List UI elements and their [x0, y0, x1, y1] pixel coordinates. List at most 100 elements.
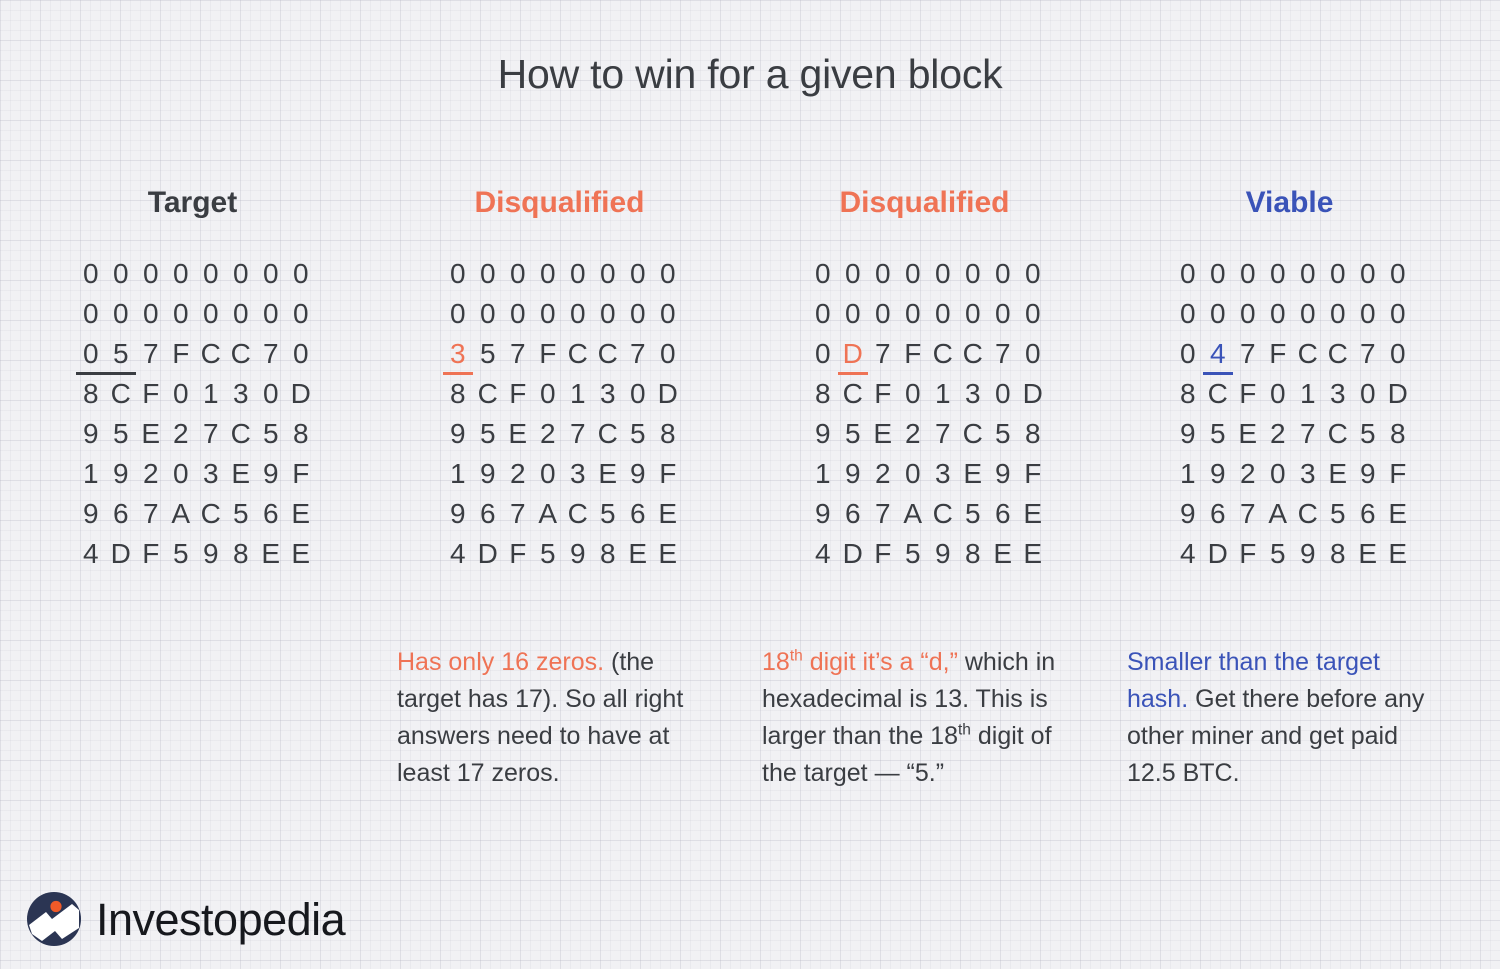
- caption-lead-disqualified-1: Has only 16 zeros.: [397, 648, 605, 676]
- hash-char: 0: [659, 298, 677, 329]
- caption-disqualified-2: 18th digit it’s a “d,” which in hexadeci…: [742, 644, 1062, 792]
- hash-block-viable: 0000000000000000047FCC708CF0130D95E27C58…: [1107, 254, 1472, 574]
- column-disqualified-digit: Disqualified 00000000000000000D7FCC708CF…: [742, 186, 1107, 787]
- hash-char: A: [1268, 498, 1288, 529]
- hash-char: 9: [844, 458, 862, 489]
- hash-char: 0: [904, 258, 922, 289]
- hash-char: 7: [509, 338, 527, 369]
- hash-char: F: [874, 378, 892, 409]
- hash-char: 8: [1329, 538, 1347, 569]
- hash-char: D: [1387, 378, 1409, 409]
- hash-char: D: [842, 538, 864, 569]
- hash-char: F: [509, 378, 527, 409]
- hash-char: A: [903, 498, 923, 529]
- hash-char: 0: [964, 298, 982, 329]
- hash-row: 4DF598EE: [443, 534, 742, 574]
- hash-char: 8: [599, 538, 617, 569]
- hash-char: 0: [172, 378, 190, 409]
- hash-char: 5: [964, 498, 982, 529]
- hash-char: 0: [539, 298, 557, 329]
- hash-char: E: [261, 538, 281, 569]
- hash-char: A: [171, 498, 191, 529]
- hash-char: 3: [202, 458, 220, 489]
- hash-char: 7: [629, 338, 647, 369]
- hash-char: E: [993, 538, 1013, 569]
- hash-char: 5: [112, 418, 130, 449]
- hash-char: F: [172, 338, 190, 369]
- hash-char: E: [1238, 418, 1258, 449]
- column-target: Target 0000000000000000057FCC708CF0130D9…: [10, 186, 375, 574]
- hash-char: 7: [262, 338, 280, 369]
- hash-char: 7: [994, 338, 1012, 369]
- hash-char: 7: [874, 338, 892, 369]
- hash-char: F: [1269, 338, 1287, 369]
- hash-char: E: [1023, 538, 1043, 569]
- hash-block-target: 0000000000000000057FCC708CF0130D95E27C58…: [10, 254, 375, 574]
- hash-char: E: [231, 458, 251, 489]
- ordinal-suffix-icon: th: [789, 647, 803, 665]
- hash-row: 00000000: [76, 294, 375, 334]
- hash-char: 0: [964, 258, 982, 289]
- hash-char: 6: [629, 498, 647, 529]
- hash-char: 5: [599, 498, 617, 529]
- hash-char: 5: [262, 418, 280, 449]
- hash-char: 2: [509, 458, 527, 489]
- hash-char: 8: [292, 418, 310, 449]
- hash-char: 3: [569, 458, 587, 489]
- hash-char: E: [658, 498, 678, 529]
- hash-char: F: [142, 378, 160, 409]
- hash-char: 8: [449, 378, 467, 409]
- hash-char: 0: [1299, 298, 1317, 329]
- hash-row: 967AC56E: [808, 494, 1107, 534]
- hash-char: 0: [1179, 258, 1197, 289]
- hash-char: 0: [1239, 258, 1257, 289]
- hash-char: E: [1388, 498, 1408, 529]
- hash-row: 8CF0130D: [443, 374, 742, 414]
- hash-char: 8: [1179, 378, 1197, 409]
- hash-char: 0: [659, 258, 677, 289]
- hash-char: 0: [1389, 258, 1407, 289]
- hash-row: 967AC56E: [443, 494, 742, 534]
- hash-char: 2: [172, 418, 190, 449]
- hash-char: 1: [1299, 378, 1317, 409]
- hash-char: E: [291, 498, 311, 529]
- hash-row: 00000000: [443, 294, 742, 334]
- hash-char: 0: [449, 258, 467, 289]
- hash-char: 8: [232, 538, 250, 569]
- hash-char: C: [962, 338, 984, 369]
- hash-char: 0: [814, 258, 832, 289]
- hash-char: 6: [1209, 498, 1227, 529]
- hash-char: 9: [934, 538, 952, 569]
- hash-char: 0: [844, 258, 862, 289]
- hash-char: 0: [262, 298, 280, 329]
- hash-char: 0: [1209, 258, 1227, 289]
- hash-char: 0: [142, 258, 160, 289]
- hash-char: C: [1207, 378, 1229, 409]
- hash-char: F: [292, 458, 310, 489]
- hash-char: E: [963, 458, 983, 489]
- hash-char: 3: [1299, 458, 1317, 489]
- hash-char: F: [509, 538, 527, 569]
- hash-char: C: [567, 338, 589, 369]
- hash-char: 1: [934, 378, 952, 409]
- hash-char: 6: [262, 498, 280, 529]
- hash-char: C: [597, 338, 619, 369]
- hash-row: 4DF598EE: [76, 534, 375, 574]
- hash-char: 7: [1299, 418, 1317, 449]
- hash-char: 0: [814, 338, 832, 369]
- hash-char: E: [598, 458, 618, 489]
- hash-char: E: [291, 538, 311, 569]
- hash-char-highlighted: 3: [443, 336, 473, 375]
- hash-char: 5: [904, 538, 922, 569]
- hash-char: C: [1297, 498, 1319, 529]
- hash-char: 0: [1269, 378, 1287, 409]
- hash-char: 7: [1239, 338, 1257, 369]
- hash-char: 5: [232, 498, 250, 529]
- hash-char: 0: [1329, 258, 1347, 289]
- hash-char: 0: [1269, 258, 1287, 289]
- hash-char: C: [1327, 338, 1349, 369]
- hash-char: 5: [629, 418, 647, 449]
- hash-char: 2: [1239, 458, 1257, 489]
- hash-row: 057FCC70: [76, 334, 375, 375]
- hash-char: 0: [1359, 378, 1377, 409]
